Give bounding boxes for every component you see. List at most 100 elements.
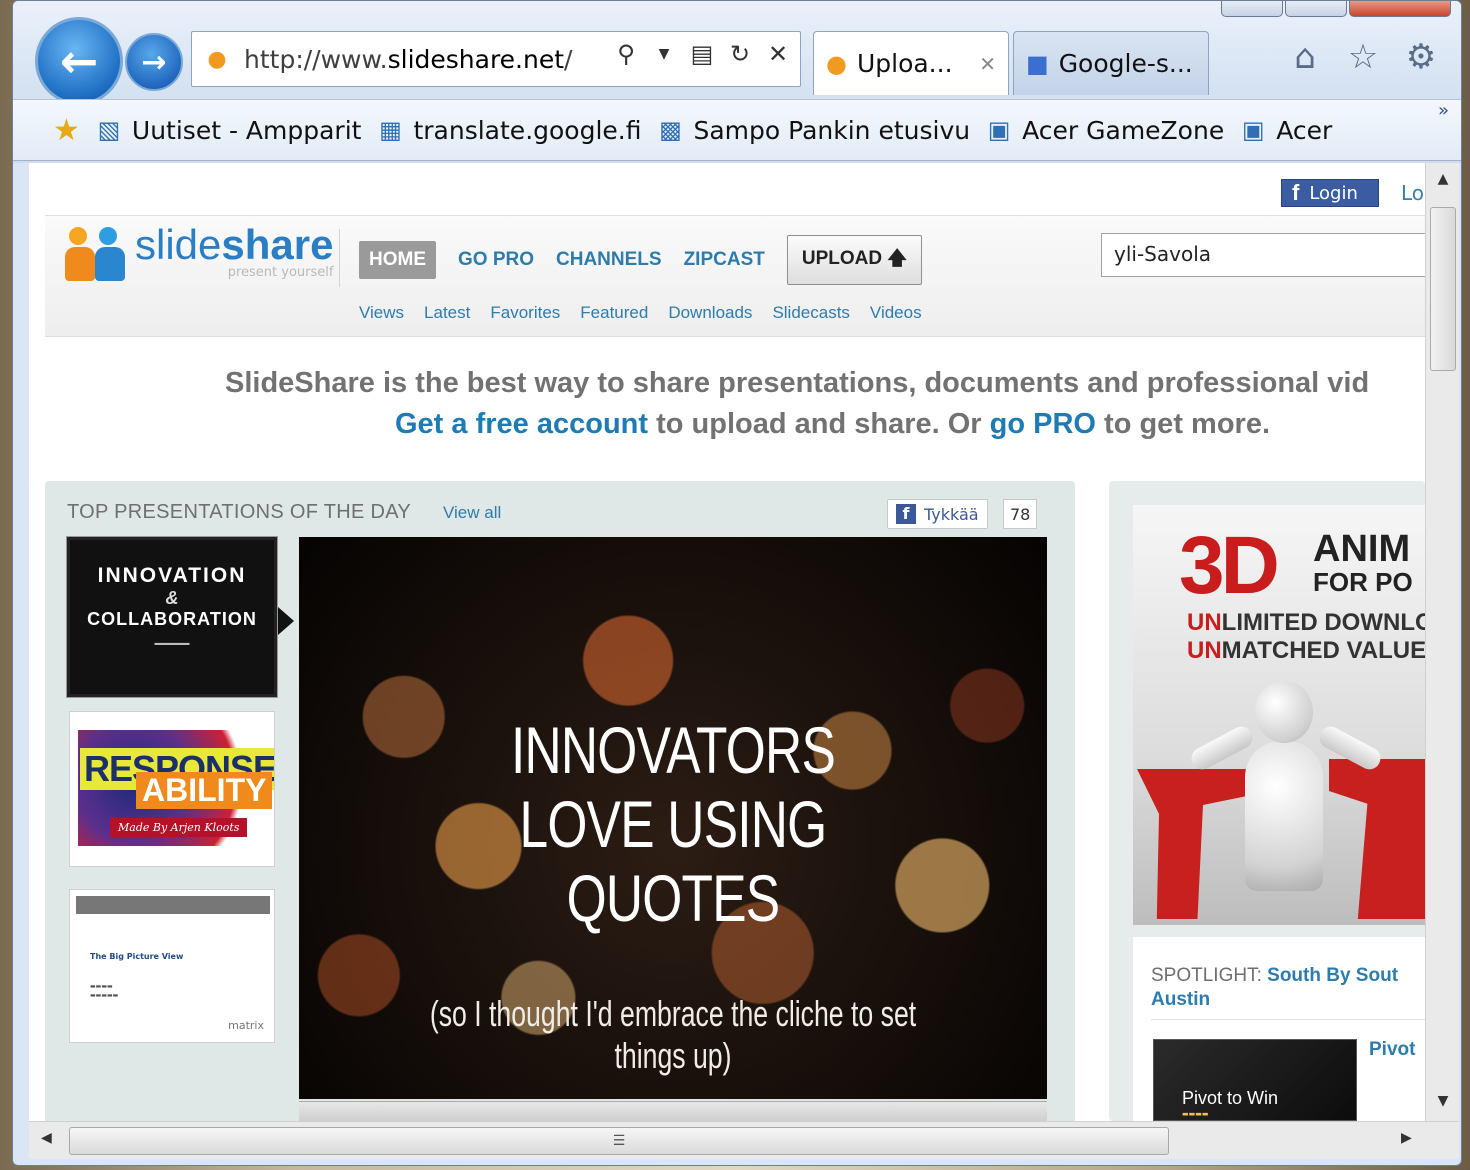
thumb-title: INNOVATION xyxy=(97,564,247,587)
slideshare-logo[interactable]: slideshare present yourself xyxy=(65,221,333,285)
vertical-scrollbar[interactable]: ▲ ▼ xyxy=(1425,163,1459,1121)
subnav-slidecasts[interactable]: Slidecasts xyxy=(772,303,849,323)
subnav-featured[interactable]: Featured xyxy=(580,303,648,323)
nav-channels[interactable]: CHANNELS xyxy=(556,249,662,271)
tagline-text: to upload and share. Or xyxy=(648,408,990,440)
nav-home[interactable]: HOME xyxy=(359,241,436,279)
spotlight-thumbnail[interactable]: Pivot to Win ▬▬▬▬ xyxy=(1153,1039,1357,1121)
maximize-button[interactable] xyxy=(1285,1,1347,17)
main-slide-viewer[interactable]: INNOVATORS LOVE USING QUOTES (so I thoug… xyxy=(299,537,1047,1099)
ie-page-icon: ▧ xyxy=(97,116,121,144)
favorite-translate[interactable]: ▦ translate.google.fi xyxy=(375,116,641,145)
translate-icon: ▦ xyxy=(379,116,402,144)
refresh-icon[interactable]: ↻ xyxy=(726,40,754,68)
thumb-fineprint: ▬▬▬▬▬ xyxy=(154,640,190,647)
shortcut-icon: ▣ xyxy=(987,116,1011,144)
logo-word-bold: share xyxy=(221,221,334,268)
nav-zipcast[interactable]: ZIPCAST xyxy=(684,249,765,271)
free-account-link[interactable]: Get a free account xyxy=(395,408,648,440)
advertisement-banner[interactable]: 3D ANIM FOR PO UNLIMITED DOWNLO UNMATCHE… xyxy=(1133,505,1425,925)
subnav-views[interactable]: Views xyxy=(359,303,404,323)
scrollbar-thumb[interactable]: ☰ xyxy=(69,1127,1169,1155)
subnav-latest[interactable]: Latest xyxy=(424,303,470,323)
close-tab-icon[interactable]: ✕ xyxy=(979,52,996,76)
slide-controls[interactable] xyxy=(299,1101,1047,1121)
ad-3d-text: 3D xyxy=(1179,520,1280,611)
ad-line: UNMATCHED VALUE xyxy=(1187,637,1425,665)
fb-login-label: Login xyxy=(1309,182,1358,204)
horizontal-scrollbar[interactable]: ◀ ☰ ▶ xyxy=(29,1121,1459,1159)
thumbnail-innovation-collaboration[interactable]: INNOVATION & COLLABORATION ▬▬▬▬▬ xyxy=(66,536,278,698)
favorite-label: Sampo Pankin etusivu xyxy=(693,115,971,145)
nav-go-pro[interactable]: GO PRO xyxy=(458,249,534,271)
upload-label: UPLOAD xyxy=(801,248,883,269)
login-link[interactable]: Lo xyxy=(1401,181,1424,205)
back-button[interactable]: ← xyxy=(35,17,123,105)
favorites-star-icon[interactable]: ☆ xyxy=(1345,37,1381,77)
more-favorites-chevron[interactable]: » xyxy=(1438,100,1449,121)
ad-subheading: FOR PO xyxy=(1313,567,1413,597)
gear-icon[interactable]: ⚙ xyxy=(1403,37,1439,77)
scroll-down-arrow-icon[interactable]: ▼ xyxy=(1426,1093,1460,1109)
like-count: 78 xyxy=(1003,499,1038,529)
address-bar[interactable]: ● http://www.slideshare.net/ ⚲ ▼ ▤ ↻ ✕ xyxy=(191,31,801,87)
spotlight-thumb-title: Pivot to Win xyxy=(1182,1088,1279,1108)
home-icon[interactable]: ⌂ xyxy=(1287,37,1323,77)
favorite-label: translate.google.fi xyxy=(413,115,642,145)
arrow-up-icon: 🡅 xyxy=(887,248,907,269)
main-nav: HOME GO PRO CHANNELS ZIPCAST UPLOAD 🡅 xyxy=(359,235,922,285)
view-all-link[interactable]: View all xyxy=(443,503,501,523)
upload-button[interactable]: UPLOAD 🡅 xyxy=(786,235,922,285)
favorite-label: Acer xyxy=(1276,115,1333,145)
subnav-downloads[interactable]: Downloads xyxy=(668,303,752,323)
search-icon[interactable]: ⚲ xyxy=(612,40,640,68)
scroll-left-arrow-icon[interactable]: ◀ xyxy=(41,1130,52,1146)
facebook-login-button[interactable]: f Login xyxy=(1281,179,1379,207)
scrollbar-thumb[interactable] xyxy=(1430,207,1456,371)
subnav-videos[interactable]: Videos xyxy=(870,303,922,323)
favorite-uutiset[interactable]: ▧ Uutiset - Ampparit xyxy=(94,116,362,145)
minimize-button[interactable] xyxy=(1221,1,1283,17)
thumbnail-big-picture[interactable]: The Big Picture View ▬▬▬▬ ▬▬▬▬▬ matrix xyxy=(69,889,275,1043)
favorites-star-add-icon[interactable]: ★ xyxy=(53,113,80,148)
tagline-main: SlideShare is the best way to share pres… xyxy=(225,367,1370,399)
slideshare-logo-icon xyxy=(65,221,127,285)
slide-title-line: LOVE USING xyxy=(519,787,828,861)
compatibility-view-icon[interactable]: ▤ xyxy=(688,40,716,68)
facebook-like-button[interactable]: f Tykkää xyxy=(887,499,988,529)
spotlight-link[interactable]: South By Sout xyxy=(1267,965,1398,986)
spotlight-item-link[interactable]: Pivot xyxy=(1369,1039,1415,1061)
thumb-title: ABILITY xyxy=(136,772,273,809)
spotlight-city-link[interactable]: Austin xyxy=(1151,989,1210,1011)
slideshare-favicon-icon: ● xyxy=(207,46,227,72)
red-arrow-graphic xyxy=(1329,759,1425,919)
page-viewport: f Login Lo slideshare present yourself HO… xyxy=(29,163,1425,1121)
chevron-down-icon[interactable]: ▼ xyxy=(650,46,678,62)
ad-text: MATCHED VALUE xyxy=(1221,637,1425,664)
scroll-up-arrow-icon[interactable]: ▲ xyxy=(1426,171,1460,187)
3d-figure xyxy=(1245,741,1323,891)
thumbnail-response-ability[interactable]: RESPONSE ABILITY Made By Arjen Kloots xyxy=(69,711,275,867)
go-pro-link[interactable]: go PRO xyxy=(990,408,1096,440)
close-window-button[interactable] xyxy=(1349,1,1451,17)
search-input[interactable]: yli-Savola xyxy=(1101,233,1425,277)
ad-heading: ANIM xyxy=(1313,528,1411,570)
favorite-sampo[interactable]: ▩ Sampo Pankin etusivu xyxy=(655,116,970,145)
spotlight-label: SPOTLIGHT: xyxy=(1151,965,1262,986)
favorite-acer-gamezone[interactable]: ▣ Acer GameZone xyxy=(984,116,1224,145)
tab-google[interactable]: ■ Google-s... xyxy=(1013,31,1209,95)
ad-text: LIMITED DOWNLO xyxy=(1221,609,1425,636)
scroll-right-arrow-icon[interactable]: ▶ xyxy=(1401,1130,1412,1146)
stop-icon[interactable]: ✕ xyxy=(764,40,792,68)
subnav-favorites[interactable]: Favorites xyxy=(490,303,560,323)
slide-subtitle: (so I thought I'd embrace the cliche to … xyxy=(429,993,917,1076)
thumb-brand: matrix xyxy=(228,1019,264,1032)
forward-button[interactable]: → xyxy=(125,33,183,91)
logo-word-light: slide xyxy=(135,221,222,268)
tab-slideshare[interactable]: ● Uploa... ✕ xyxy=(813,31,1009,95)
tagline-text: to get more. xyxy=(1095,408,1270,440)
address-url[interactable]: http://www.slideshare.net/ xyxy=(244,45,604,74)
divider xyxy=(1151,1019,1425,1020)
favorite-acer[interactable]: ▣ Acer xyxy=(1238,116,1332,145)
spotlight-heading: SPOTLIGHT: South By Sout xyxy=(1151,965,1398,987)
